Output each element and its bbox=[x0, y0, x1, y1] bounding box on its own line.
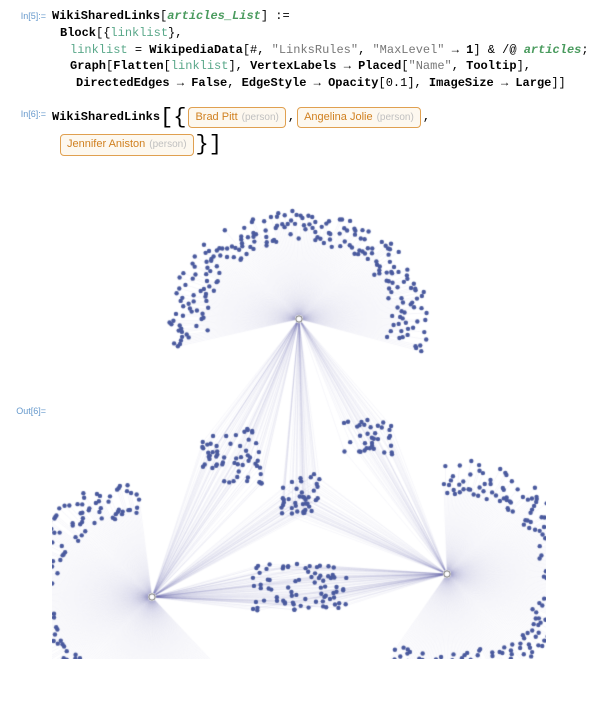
output-cell-6: Out[6]= bbox=[8, 161, 590, 659]
linklist-assign: linklist bbox=[70, 43, 128, 57]
network-graph-canvas[interactable] bbox=[52, 179, 546, 659]
set-delayed: := bbox=[275, 9, 289, 23]
arg-decl: articles_List bbox=[167, 9, 261, 23]
function-call: WikiSharedLinks bbox=[52, 109, 160, 126]
cell-label-in6: In[6]:= bbox=[8, 106, 52, 119]
code-block-6[interactable]: WikiSharedLinks[{ Brad Pitt (person) , A… bbox=[52, 106, 590, 157]
entity-angelina-jolie[interactable]: Angelina Jolie (person) bbox=[297, 107, 421, 128]
input-cell-6: In[6]:= WikiSharedLinks[{ Brad Pitt (per… bbox=[8, 106, 590, 157]
block-keyword: Block bbox=[60, 26, 96, 40]
input-cell-5: In[5]:= WikiSharedLinks[articles_List] :… bbox=[8, 8, 590, 92]
cell-label-out6: Out[6]= bbox=[8, 403, 52, 416]
entity-brad-pitt[interactable]: Brad Pitt (person) bbox=[188, 107, 285, 128]
entity-jennifer-aniston[interactable]: Jennifer Aniston (person) bbox=[60, 134, 194, 155]
code-block-5[interactable]: WikiSharedLinks[articles_List] := Block[… bbox=[52, 8, 590, 92]
graph-output[interactable] bbox=[52, 161, 590, 659]
function-definition-name: WikiSharedLinks bbox=[52, 9, 160, 23]
local-var: linklist bbox=[110, 26, 168, 40]
cell-label-in5: In[5]:= bbox=[8, 8, 52, 21]
